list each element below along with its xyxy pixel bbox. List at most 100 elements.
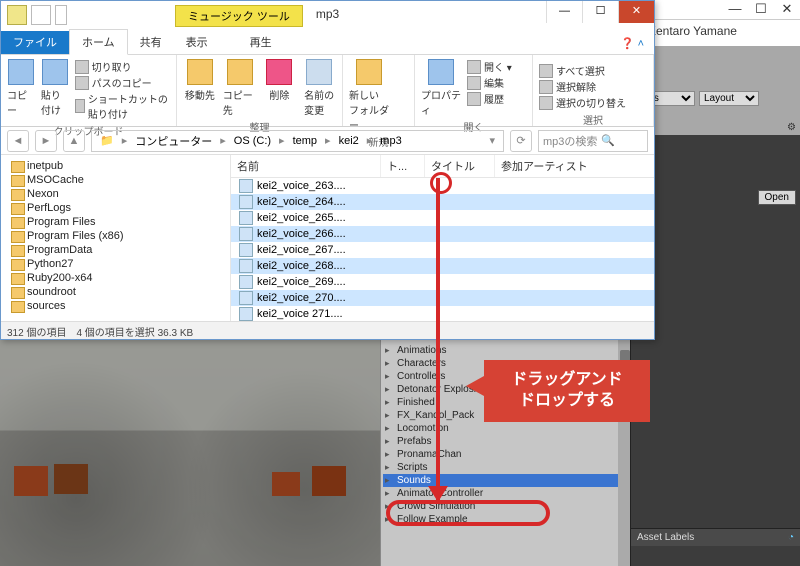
tab-file[interactable]: ファイル [1, 30, 69, 54]
copypath-button[interactable]: パスのコピー [75, 75, 170, 90]
qat-overflow-icon[interactable] [55, 5, 67, 25]
cut-icon [75, 60, 89, 74]
delete-icon [266, 59, 292, 85]
folder-tree-item[interactable]: soundroot [3, 285, 228, 299]
tab-share[interactable]: 共有 [128, 30, 174, 54]
folder-tree[interactable]: inetpubMSOCacheNexonPerfLogsProgram File… [1, 155, 231, 321]
breadcrumb-segment[interactable]: コンピューター [131, 133, 216, 149]
copyto-button[interactable]: コピー先 [223, 59, 257, 117]
breadcrumb-segment[interactable]: OS (C:) [230, 135, 275, 147]
folder-tree-item[interactable]: inetpub [3, 159, 228, 173]
refresh-button[interactable]: ⟳ [510, 130, 532, 152]
tag-icon[interactable]: ◔ [788, 532, 794, 543]
history-icon [467, 92, 481, 106]
contextual-tab-music-tools[interactable]: ミュージック ツール [175, 5, 303, 27]
file-row[interactable]: kei2_voice_265.... [231, 210, 654, 226]
file-row[interactable]: kei2_voice_268.... [231, 258, 654, 274]
layout-dropdown[interactable]: Layout [699, 91, 759, 106]
file-name: kei2_voice_263.... [257, 180, 346, 192]
cut-button[interactable]: 切り取り [75, 59, 170, 74]
project-tree-item[interactable]: Sounds [383, 474, 630, 487]
maximize-icon[interactable]: ☐ [748, 0, 774, 18]
qat-folder-icon[interactable] [7, 5, 27, 25]
tab-view[interactable]: 表示 [174, 30, 220, 54]
newfolder-button[interactable]: 新しい フォルダー [349, 59, 389, 132]
folder-tree-item[interactable]: Python27 [3, 257, 228, 271]
project-tree-item[interactable]: Animator Controller [383, 487, 630, 500]
file-row[interactable]: kei2_voice_266.... [231, 226, 654, 242]
project-tree-item[interactable]: Animations [383, 344, 630, 357]
file-row[interactable]: kei2_voice 271.... [231, 306, 654, 321]
breadcrumb-segment[interactable]: temp [289, 135, 321, 147]
folder-tree-item[interactable]: PerfLogs [3, 201, 228, 215]
folder-tree-item[interactable]: Program Files (x86) [3, 229, 228, 243]
project-tree-item[interactable]: PronamaChan [383, 448, 630, 461]
selectall-button[interactable]: すべて選択 [539, 63, 647, 78]
folder-tree-item[interactable]: Program Files [3, 215, 228, 229]
col-track[interactable]: ト... [381, 155, 425, 177]
file-row[interactable]: kei2_voice_270.... [231, 290, 654, 306]
paste-button[interactable]: 貼り付け [41, 59, 69, 117]
close-button[interactable]: ✕ [618, 1, 654, 23]
explorer-titlebar[interactable]: ミュージック ツール mp3 — ☐ ✕ [1, 1, 654, 31]
file-explorer-window: ミュージック ツール mp3 — ☐ ✕ ファイル ホーム 共有 表示 再生 ❓… [0, 0, 655, 340]
nav-back-button[interactable]: ◄ [7, 130, 29, 152]
project-tree-item[interactable]: Prefabs [383, 435, 630, 448]
folder-tree-item[interactable]: sources [3, 299, 228, 313]
properties-button[interactable]: プロパティ [421, 59, 461, 117]
file-name: kei2_voice_269.... [257, 276, 346, 288]
paste-icon [42, 59, 68, 85]
help-icon[interactable]: ❓ ˄ [611, 33, 654, 54]
minimize-icon[interactable]: — [722, 0, 748, 18]
close-icon[interactable]: ✕ [774, 0, 800, 18]
breadcrumb-segment[interactable]: kei2 [335, 135, 363, 147]
col-artist[interactable]: 参加アーティスト [495, 155, 654, 177]
gear-icon[interactable]: ⚙ [787, 122, 796, 133]
search-input[interactable]: mp3の検索 🔍 [538, 130, 648, 152]
folder-tree-item[interactable]: Ruby200-x64 [3, 271, 228, 285]
delete-button[interactable]: 削除 [263, 59, 297, 102]
tab-play[interactable]: 再生 [238, 30, 284, 54]
folder-tree-item[interactable]: MSOCache [3, 173, 228, 187]
unity-scene-view[interactable] [0, 340, 380, 566]
audio-file-icon [239, 211, 253, 225]
paste-shortcut-button[interactable]: ショートカットの貼り付け [75, 91, 170, 121]
file-row[interactable]: kei2_voice_264.... [231, 194, 654, 210]
ribbon-tabs: ファイル ホーム 共有 表示 再生 ❓ ˄ [1, 31, 654, 55]
history-button[interactable]: 履歴 [467, 91, 512, 106]
file-name: kei2_voice_266.... [257, 228, 346, 240]
rename-button[interactable]: 名前の 変更 [302, 59, 336, 117]
nav-fwd-button[interactable]: ► [35, 130, 57, 152]
selectnone-button[interactable]: 選択解除 [539, 79, 647, 94]
project-tree-item[interactable]: Scripts [383, 461, 630, 474]
nav-up-button[interactable]: ▲ [63, 130, 85, 152]
invert-button[interactable]: 選択の切り替え [539, 95, 647, 110]
audio-file-icon [239, 195, 253, 209]
file-row[interactable]: kei2_voice_269.... [231, 274, 654, 290]
open-button[interactable]: Open [758, 190, 796, 205]
file-name: kei2_voice_268.... [257, 260, 346, 272]
project-tree-item[interactable]: Locomotion [383, 422, 630, 435]
col-name[interactable]: 名前 [231, 155, 381, 177]
folder-tree-item[interactable]: Nexon [3, 187, 228, 201]
scene-prop [272, 472, 300, 496]
chevron-down-icon[interactable]: ▾ [485, 134, 499, 147]
breadcrumb-segment[interactable]: mp3 [376, 135, 405, 147]
open-icon [467, 60, 481, 74]
qat-props-icon[interactable] [31, 5, 51, 25]
open-menu-button[interactable]: 開く ▾ [467, 59, 512, 74]
breadcrumb[interactable]: 📁▸コンピューター▸OS (C:)▸temp▸kei2▸mp3▾ [91, 130, 504, 152]
rename-icon [306, 59, 332, 85]
maximize-button[interactable]: ☐ [582, 1, 618, 23]
moveto-button[interactable]: 移動先 [183, 59, 217, 102]
edit-button[interactable]: 編集 [467, 75, 512, 90]
minimize-button[interactable]: — [546, 1, 582, 23]
file-name: kei2_voice 271.... [257, 308, 343, 320]
file-row[interactable]: kei2_voice_267.... [231, 242, 654, 258]
asset-labels-header: Asset Labels ◔ [631, 528, 800, 546]
invert-icon [539, 96, 553, 110]
folder-tree-item[interactable]: ProgramData [3, 243, 228, 257]
breadcrumb-root-icon[interactable]: 📁 [96, 134, 118, 147]
copy-button[interactable]: コピー [7, 59, 35, 117]
tab-home[interactable]: ホーム [69, 29, 128, 55]
